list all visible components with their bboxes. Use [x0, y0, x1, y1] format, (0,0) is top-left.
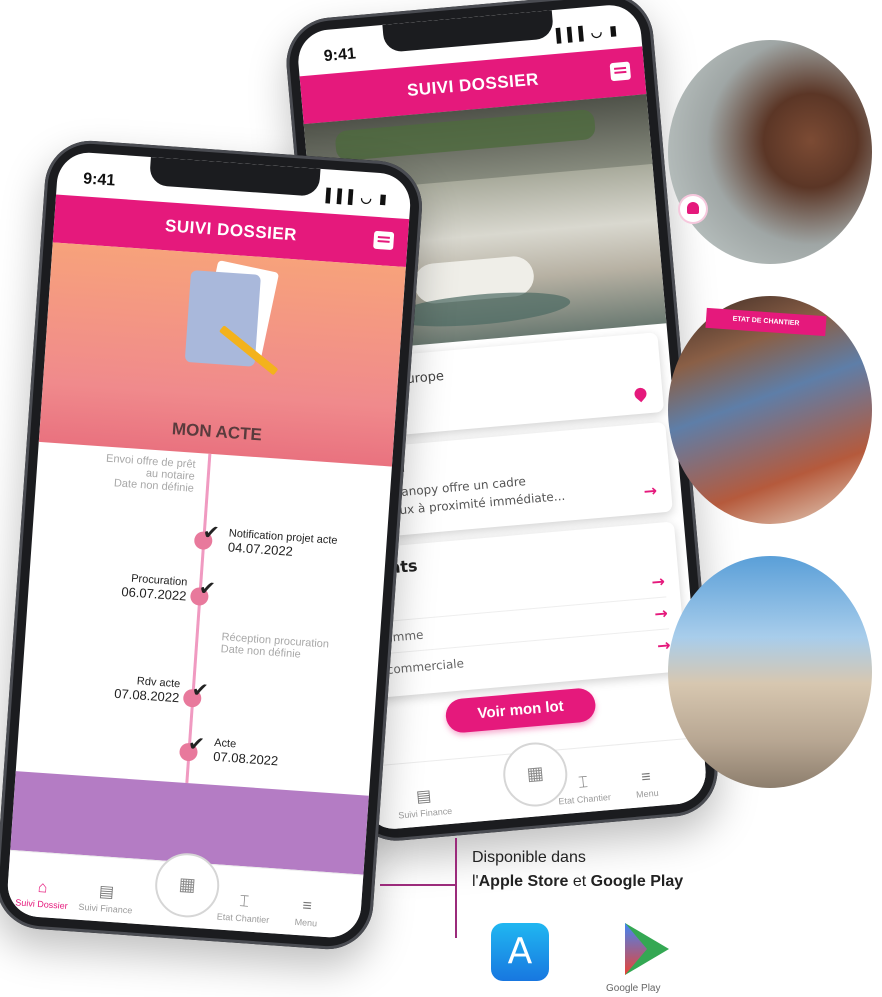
nav-menu[interactable]: ≡ Menu	[615, 766, 677, 801]
acte-timeline: Envoi offre de prêt au notaire Date non …	[16, 442, 392, 796]
timeline-item: Rdv acte 07.08.2022	[113, 675, 181, 706]
house-photo	[668, 556, 872, 788]
view-lot-button[interactable]: Voir mon lot	[444, 687, 597, 734]
menu-icon: ≡	[301, 897, 313, 916]
check-icon: ✔	[198, 575, 217, 601]
app-store-icon[interactable]: A	[491, 923, 549, 981]
folder-icon: ⌂	[37, 878, 49, 897]
check-icon: ✔	[191, 677, 210, 703]
location-pin-icon[interactable]	[632, 385, 649, 403]
nav-etat-chantier[interactable]: ⌶ Etat Chantier	[208, 891, 280, 926]
nav-suivi-dossier[interactable]: ⌂ Suivi Dossier	[6, 877, 78, 912]
google-play-name: Google Play	[590, 873, 684, 890]
timeline-item: Notification projet acte 04.07.2022	[227, 527, 338, 559]
status-icons: ▐▐▐ ◡ ▮	[320, 187, 390, 207]
notification-bell-icon	[680, 196, 706, 222]
front-phone: 9:41 ▐▐▐ ◡ ▮ SUIVI DOSSIER MON ACTE Envo…	[0, 137, 426, 953]
arrow-right-icon[interactable]: →	[653, 598, 669, 629]
check-icon: ✔	[187, 731, 206, 757]
acte-hero: MON ACTE	[38, 242, 406, 467]
apple-store-name: Apple Store	[478, 873, 569, 890]
header-title: SUIVI DOSSIER	[406, 69, 540, 100]
status-time: 9:41	[82, 170, 116, 190]
availability-line-1: Disponible dans	[472, 849, 586, 866]
availability-prefix: l'	[472, 873, 479, 890]
documents-card: nents → gramme → e commerciale →	[350, 521, 687, 700]
building-icon: ▦	[525, 762, 545, 786]
timeline-item: Acte 07.08.2022	[212, 736, 279, 769]
status-icons: ▐▐▐ ◡ ▮	[550, 22, 620, 44]
arrow-right-icon[interactable]: →	[643, 481, 658, 501]
nav-menu[interactable]: ≡ Menu	[276, 896, 338, 930]
nav-suivi-finance[interactable]: ▤ Suivi Finance	[388, 783, 461, 821]
woman-phone-photo	[668, 40, 872, 264]
google-play-label: Google Play	[606, 983, 661, 994]
connector-line-horizontal	[380, 884, 455, 886]
crane-icon: ⌶	[238, 893, 250, 911]
timeline-item: Réception procuration Date non définie	[220, 631, 330, 661]
front-phone-screen: 9:41 ▐▐▐ ◡ ▮ SUIVI DOSSIER MON ACTE Envo…	[5, 150, 413, 940]
arrow-right-icon[interactable]: →	[650, 566, 666, 597]
check-icon: ✔	[202, 519, 221, 545]
nav-etat-chantier[interactable]: ⌶ Etat Chantier	[548, 771, 620, 807]
header-title: SUIVI DOSSIER	[164, 216, 298, 245]
timeline-item: Procuration 06.07.2022	[120, 572, 188, 604]
chat-icon[interactable]	[373, 230, 395, 251]
availability-text: Disponible dans l'Apple Store et Google …	[472, 846, 683, 894]
nav-suivi-finance[interactable]: ▤ Suivi Finance	[70, 879, 142, 916]
finance-icon: ▤	[98, 883, 115, 902]
availability-and: et	[568, 873, 591, 890]
chat-icon[interactable]	[609, 61, 632, 82]
status-time: 9:41	[323, 45, 357, 66]
menu-icon: ≡	[640, 768, 652, 787]
connector-line-vertical	[455, 838, 457, 938]
building-icon: ▦	[178, 873, 197, 896]
bottom-nav: ▤ Suivi Finance ▦ ⌶ Etat Chantier ≡ Menu	[359, 736, 709, 832]
timeline-item: Envoi offre de prêt au notaire Date non …	[105, 452, 196, 495]
